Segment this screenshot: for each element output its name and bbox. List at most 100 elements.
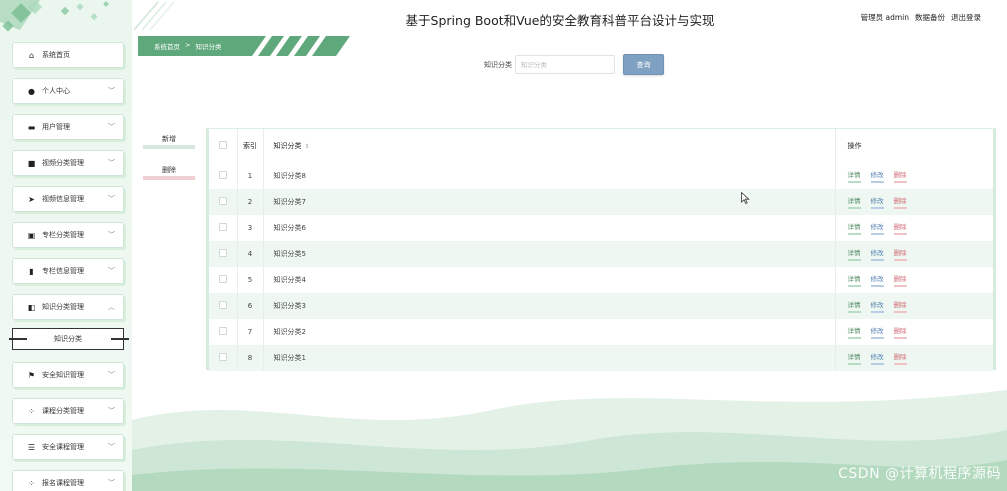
delete-button[interactable]: 删除 [143,162,195,180]
row-checkbox[interactable] [218,301,227,309]
watermark: CSDN @计算机程序源码 [838,466,1001,482]
row-checkbox[interactable] [218,197,227,205]
header-checkbox-cell [209,129,238,163]
row-delete-button[interactable]: 删除 [893,299,907,313]
chat-icon: ▬ [27,122,36,132]
sidebar-item-column-category[interactable]: ▣ 专栏分类管理 ﹀ [12,222,124,248]
sidebar-item-home[interactable]: ⌂ 系统首页 [12,42,124,68]
row-checkbox[interactable] [218,353,227,361]
sidebar-subitem-knowledge-category[interactable]: 知识分类 [9,328,129,350]
row-delete-button[interactable]: 删除 [893,195,907,209]
row-checkbox[interactable] [218,223,227,231]
detail-button[interactable]: 详情 [847,273,861,287]
search-label: 知识分类 [484,61,512,69]
search-input[interactable] [515,55,615,74]
search-button[interactable]: 查询 [623,54,664,75]
edit-button[interactable]: 修改 [870,195,884,209]
user-icon: ● [28,86,35,96]
sidebar-item-course-signup[interactable]: ⁘ 报名课程管理 ﹀ [12,470,124,491]
sidebar-item-course-category[interactable]: ⁘ 课程分类管理 ﹀ [12,398,124,424]
detail-button[interactable]: 详情 [847,221,861,235]
row-checkbox-cell [209,241,238,267]
detail-button[interactable]: 详情 [847,299,861,313]
edit-button[interactable]: 修改 [870,169,884,183]
row-checkbox-cell [209,345,238,371]
sidebar-item-label: 知识分类管理 [42,303,84,311]
row-ops: 详情 修改 删除 [835,215,993,241]
table-row: 7 知识分类2 详情 修改 删除 [209,319,993,345]
edit-button[interactable]: 修改 [870,351,884,365]
row-index: 4 [237,241,264,267]
row-checkbox-cell [209,319,238,345]
row-delete-button[interactable]: 删除 [893,221,907,235]
sidebar-item-column-info[interactable]: ▮ 专栏信息管理 ﹀ [12,258,124,284]
sidebar-item-label: 视频信息管理 [42,195,84,203]
sidebar-item-user-management[interactable]: ▬ 用户管理 ﹀ [12,114,124,140]
sidebar-item-personal-center[interactable]: ● 个人中心 ﹀ [12,78,124,104]
selection-bar-right [111,338,129,340]
row-ops: 详情 修改 删除 [835,319,993,345]
row-checkbox[interactable] [218,275,227,283]
data-table: 索引 知识分类 ⇕ 操作 1 知识分类8 详情 修改 删除 2 知识分类7 详情 修改 删除 3 知识分… [206,128,996,371]
row-index: 2 [237,189,264,215]
header-name[interactable]: 知识分类 ⇕ [263,129,836,163]
sliders-icon: ☰ [27,442,36,452]
row-checkbox-cell [209,293,238,319]
table-row: 2 知识分类7 详情 修改 删除 [209,189,993,215]
select-all-checkbox[interactable] [218,141,227,149]
table-row: 4 知识分类5 详情 修改 删除 [209,241,993,267]
row-checkbox[interactable] [218,171,227,179]
edit-button[interactable]: 修改 [870,273,884,287]
edit-button[interactable]: 修改 [870,221,884,235]
table-body: 1 知识分类8 详情 修改 删除 2 知识分类7 详情 修改 删除 3 知识分类6 详情 修改 删除 4 知识分… [209,163,993,371]
row-checkbox-cell [209,163,238,189]
chevron-down-icon: ﹀ [108,195,115,203]
backup-link[interactable]: 数据备份 [915,12,945,23]
detail-button[interactable]: 详情 [847,169,861,183]
row-index: 3 [237,215,264,241]
row-delete-button[interactable]: 删除 [893,169,907,183]
sidebar-item-safety-knowledge[interactable]: ⚑ 安全知识管理 ﹀ [12,362,124,388]
row-index: 6 [237,293,264,319]
sidebar-item-video-info[interactable]: ➤ 视频信息管理 ﹀ [12,186,124,212]
logout-link[interactable]: 退出登录 [951,12,981,23]
row-name: 知识分类2 [263,319,836,345]
row-name: 知识分类1 [263,345,836,371]
detail-button[interactable]: 详情 [847,325,861,339]
row-delete-button[interactable]: 删除 [893,247,907,261]
detail-button[interactable]: 详情 [847,195,861,209]
row-delete-button[interactable]: 删除 [893,325,907,339]
send-icon: ➤ [28,194,35,204]
row-ops: 详情 修改 删除 [835,345,993,371]
sidebar-item-safety-course[interactable]: ☰ 安全课程管理 ﹀ [12,434,124,460]
edit-button[interactable]: 修改 [870,299,884,313]
row-delete-button[interactable]: 删除 [893,351,907,365]
detail-button[interactable]: 详情 [847,351,861,365]
clipboard-icon: ▣ [27,230,36,240]
row-checkbox[interactable] [218,327,227,335]
sidebar-item-knowledge-category[interactable]: ◧ 知识分类管理 ︿ [12,294,124,320]
row-checkbox[interactable] [218,249,227,257]
row-delete-button[interactable]: 删除 [893,273,907,287]
table-header-row: 索引 知识分类 ⇕ 操作 [209,129,993,163]
row-ops: 详情 修改 删除 [835,241,993,267]
row-ops: 详情 修改 删除 [835,267,993,293]
row-checkbox-cell [209,267,238,293]
grid-icon: ⁘ [28,406,35,416]
home-icon: ⌂ [28,50,35,60]
row-index: 7 [237,319,264,345]
breadcrumb-home[interactable]: 系统首页 [154,41,180,51]
sort-icon[interactable]: ⇕ [305,143,310,150]
edit-button[interactable]: 修改 [870,247,884,261]
sidebar-item-label: 安全知识管理 [42,371,84,379]
row-ops: 详情 修改 删除 [835,163,993,189]
chevron-down-icon: ﹀ [108,267,115,275]
edit-button[interactable]: 修改 [870,325,884,339]
add-button[interactable]: 新增 [143,131,195,149]
chevron-down-icon: ﹀ [108,443,115,451]
row-name: 知识分类5 [263,241,836,267]
detail-button[interactable]: 详情 [847,247,861,261]
breadcrumb-current: 知识分类 [195,43,222,51]
header-decoration [133,1,175,31]
sidebar-item-video-category[interactable]: ■ 视频分类管理 ﹀ [12,150,124,176]
